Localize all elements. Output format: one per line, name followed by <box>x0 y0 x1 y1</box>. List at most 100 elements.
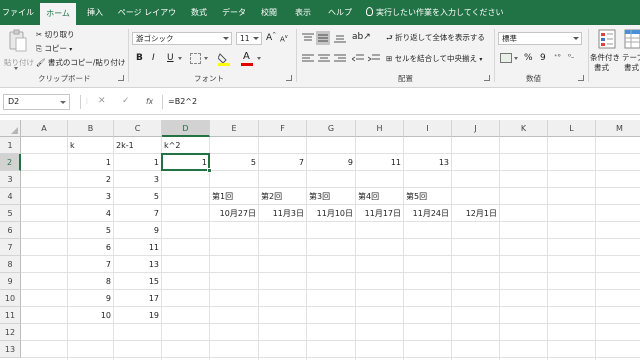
cut-button[interactable]: ✂ 切り取り <box>36 29 75 40</box>
active-cell-selection[interactable] <box>161 153 212 173</box>
conditional-formatting-icon[interactable] <box>598 29 616 49</box>
paste-dropdown-icon[interactable] <box>14 67 18 70</box>
cell-h5[interactable]: 11月17日 <box>356 205 403 222</box>
row-header-9[interactable]: 9 <box>0 273 21 290</box>
row-header-4[interactable]: 4 <box>0 188 21 205</box>
row-header-8[interactable]: 8 <box>0 256 21 273</box>
cell-f5[interactable]: 11月3日 <box>259 205 306 222</box>
row-header-1[interactable]: 1 <box>0 137 21 154</box>
paste-icon[interactable] <box>8 29 28 53</box>
tab-home[interactable]: ホーム <box>40 3 76 25</box>
format-painter-button[interactable]: 🖌 書式のコピー/貼り付け <box>36 57 125 68</box>
cell-c2[interactable]: 1 <box>114 154 161 171</box>
cell-i2[interactable]: 13 <box>404 154 451 171</box>
align-bottom-icon[interactable] <box>334 33 346 43</box>
cell-g2[interactable]: 9 <box>307 154 355 171</box>
alignment-launcher-icon[interactable] <box>484 75 490 81</box>
decrease-decimal-icon[interactable]: ⁰₋ <box>568 53 575 61</box>
row-header-13[interactable]: 13 <box>0 341 21 358</box>
cell-f4[interactable]: 第2回 <box>259 188 306 205</box>
cell-c8[interactable]: 13 <box>114 256 161 273</box>
cell-c11[interactable]: 19 <box>114 307 161 324</box>
tab-view[interactable]: 表示 <box>288 0 318 25</box>
cell-b6[interactable]: 5 <box>68 222 113 239</box>
paste-label[interactable]: 貼り付け <box>4 57 34 68</box>
column-header-e[interactable]: E <box>210 120 259 137</box>
shrink-font-button[interactable]: Av <box>280 34 288 43</box>
column-header-g[interactable]: G <box>307 120 356 137</box>
cell-i5[interactable]: 11月24日 <box>404 205 451 222</box>
merge-center-button[interactable]: ⊞ セルを結合して中央揃え ▾ <box>386 53 482 64</box>
cell-b8[interactable]: 7 <box>68 256 113 273</box>
cell-b4[interactable]: 3 <box>68 188 113 205</box>
cell-e4[interactable]: 第1回 <box>210 188 258 205</box>
cell-h2[interactable]: 11 <box>356 154 403 171</box>
tab-review[interactable]: 校閲 <box>254 0 284 25</box>
border-icon[interactable] <box>190 53 201 64</box>
column-header-b[interactable]: B <box>68 120 114 137</box>
column-header-f[interactable]: F <box>259 120 307 137</box>
row-header-10[interactable]: 10 <box>0 290 21 307</box>
tell-me-search[interactable]: 実行したい作業を入力してください <box>366 0 504 25</box>
cell-b10[interactable]: 9 <box>68 290 113 307</box>
font-color-button[interactable]: A <box>243 51 250 62</box>
cell-b3[interactable]: 2 <box>68 171 113 188</box>
increase-indent-icon[interactable] <box>367 54 380 64</box>
cell-g5[interactable]: 11月10日 <box>307 205 355 222</box>
cell-c4[interactable]: 5 <box>114 188 161 205</box>
align-right-icon[interactable] <box>334 54 346 64</box>
conditional-formatting-label-2[interactable]: 書式 <box>594 62 609 73</box>
cell-c1[interactable]: 2k-1 <box>114 137 161 154</box>
tab-formulas[interactable]: 数式 <box>184 0 214 25</box>
format-as-table-label-2[interactable]: 書式 <box>624 62 639 73</box>
cell-i4[interactable]: 第5回 <box>404 188 451 205</box>
cell-b9[interactable]: 8 <box>68 273 113 290</box>
row-header-6[interactable]: 6 <box>0 222 21 239</box>
wrap-text-button[interactable]: ⮐ 折り返して全体を表示する <box>386 32 485 45</box>
cell-c7[interactable]: 11 <box>114 239 161 256</box>
tab-file[interactable]: ファイル <box>0 0 36 25</box>
cell-c10[interactable]: 17 <box>114 290 161 307</box>
cell-g4[interactable]: 第3回 <box>307 188 355 205</box>
copy-button[interactable]: ⎘ コピー ▾ <box>36 43 72 54</box>
cell-c5[interactable]: 7 <box>114 205 161 222</box>
cell-b2[interactable]: 1 <box>68 154 113 171</box>
bold-button[interactable]: B <box>136 53 143 63</box>
row-header-5[interactable]: 5 <box>0 205 21 222</box>
name-box[interactable]: D2 <box>3 94 70 110</box>
tab-insert[interactable]: 挿入 <box>80 0 110 25</box>
column-header-k[interactable]: K <box>500 120 548 137</box>
row-header-12[interactable]: 12 <box>0 324 21 341</box>
percent-button[interactable]: % <box>524 53 533 63</box>
decrease-indent-icon[interactable] <box>351 54 364 64</box>
cell-b1[interactable]: k <box>68 137 113 154</box>
font-launcher-icon[interactable] <box>286 75 292 81</box>
drag-handle-icon[interactable]: ⋮ <box>84 98 90 105</box>
cell-d1[interactable]: k^2 <box>162 137 209 154</box>
cell-h4[interactable]: 第4回 <box>356 188 403 205</box>
font-name-select[interactable]: 游ゴシック <box>132 32 232 45</box>
font-color-dropdown-icon[interactable] <box>257 57 261 60</box>
font-size-select[interactable]: 11 <box>236 32 262 45</box>
align-middle-icon[interactable] <box>316 31 330 45</box>
italic-button[interactable]: I <box>152 53 155 63</box>
worksheet-grid[interactable]: A B C D E F G H I J K L M 1 2 3 4 5 6 7 8 9 10 11 12 13 k 2k-1 k^2 1 1… <box>0 120 640 360</box>
cell-j5[interactable]: 12月1日 <box>452 205 499 222</box>
cancel-entry-icon[interactable]: ✕ <box>98 96 106 106</box>
number-launcher-icon[interactable] <box>578 75 584 81</box>
grow-font-button[interactable]: A^ <box>266 32 276 43</box>
increase-decimal-icon[interactable]: ⁺⁰ <box>554 53 561 61</box>
tab-page-layout[interactable]: ページ レイアウト <box>114 0 180 42</box>
clipboard-launcher-icon[interactable] <box>118 75 124 81</box>
border-dropdown-icon[interactable] <box>204 57 208 60</box>
align-top-icon[interactable] <box>302 33 314 43</box>
currency-dropdown-icon[interactable] <box>514 57 518 60</box>
column-header-c[interactable]: C <box>114 120 162 137</box>
row-header-7[interactable]: 7 <box>0 239 21 256</box>
underline-button[interactable]: U <box>167 53 174 63</box>
cell-b7[interactable]: 6 <box>68 239 113 256</box>
column-header-j[interactable]: J <box>452 120 500 137</box>
tab-data[interactable]: データ <box>218 0 250 25</box>
cell-b11[interactable]: 10 <box>68 307 113 324</box>
format-as-table-icon[interactable] <box>624 29 640 49</box>
